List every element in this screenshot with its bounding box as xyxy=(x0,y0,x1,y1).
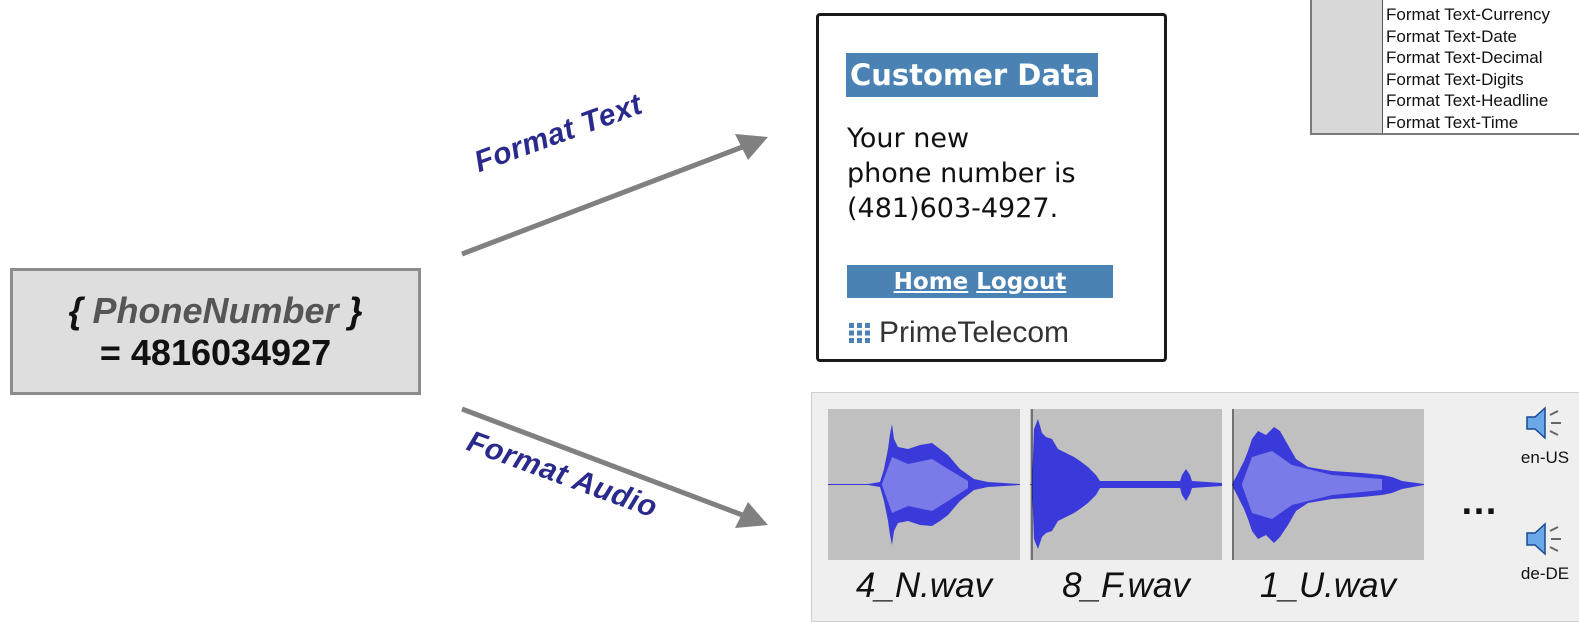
waveform-graphic xyxy=(1030,409,1222,560)
brand-logo: PrimeTelecom xyxy=(849,316,1069,350)
format-item-currency[interactable]: Format Text-Currency xyxy=(1383,4,1579,26)
format-item-headline[interactable]: Format Text-Headline xyxy=(1383,90,1579,112)
waveform-graphic xyxy=(828,424,1020,545)
phone-number-variable-box: { PhoneNumber } = 4816034927 xyxy=(10,268,421,395)
speaker-icon xyxy=(1526,522,1561,556)
locale-de-de[interactable]: de-DE xyxy=(1505,519,1579,584)
audio-file-label: 8_F.wav xyxy=(1062,566,1190,605)
phone-screen: Customer Data Your new phone number is (… xyxy=(816,13,1167,362)
speaker-icon xyxy=(1526,406,1561,440)
format-list: Format Text-Currency Format Text-Date Fo… xyxy=(1382,0,1579,133)
locale-label: en-US xyxy=(1520,448,1570,467)
message-line: phone number is xyxy=(847,158,1076,189)
locale-label: de-DE xyxy=(1520,564,1570,583)
phone-nav-bar: Home Logout xyxy=(847,265,1113,298)
format-item-date[interactable]: Format Text-Date xyxy=(1383,26,1579,48)
logout-link[interactable]: Logout xyxy=(976,269,1066,295)
format-list-panel: Format Text-Currency Format Text-Date Fo… xyxy=(1310,0,1579,135)
phone-title: Customer Data xyxy=(846,53,1099,97)
audio-file-label: 4_N.wav xyxy=(855,566,993,605)
brace-open: { xyxy=(68,290,83,332)
format-item-decimal[interactable]: Format Text-Decimal xyxy=(1383,47,1579,69)
waveform-4-n xyxy=(828,409,1020,560)
waveform-graphic xyxy=(1232,409,1424,560)
audio-panel: 4_N.wav 8_F.wav 1_U.wav … en-US de-DE xyxy=(811,392,1579,622)
format-item-digits[interactable]: Format Text-Digits xyxy=(1383,69,1579,91)
audio-file-label: 1_U.wav xyxy=(1259,566,1397,605)
variable-name: PhoneNumber xyxy=(92,290,339,332)
locale-en-us[interactable]: en-US xyxy=(1505,403,1579,468)
format-item-time[interactable]: Format Text-Time xyxy=(1383,112,1579,134)
message-line: (481)603-4927. xyxy=(847,193,1059,224)
variable-value: = 4816034927 xyxy=(99,331,332,373)
brace-close: } xyxy=(348,290,363,332)
waveform-8-f xyxy=(1030,409,1222,560)
phone-message: Your new phone number is (481)603-4927. xyxy=(847,121,1157,226)
waveform-1-u xyxy=(1232,409,1424,560)
dots-grid-icon xyxy=(849,323,870,343)
more-ellipsis: … xyxy=(1460,481,1499,523)
message-line: Your new xyxy=(847,123,970,154)
brand-name: PrimeTelecom xyxy=(879,316,1070,349)
home-link[interactable]: Home xyxy=(894,269,969,295)
variable-name-line: { PhoneNumber } xyxy=(68,290,362,331)
